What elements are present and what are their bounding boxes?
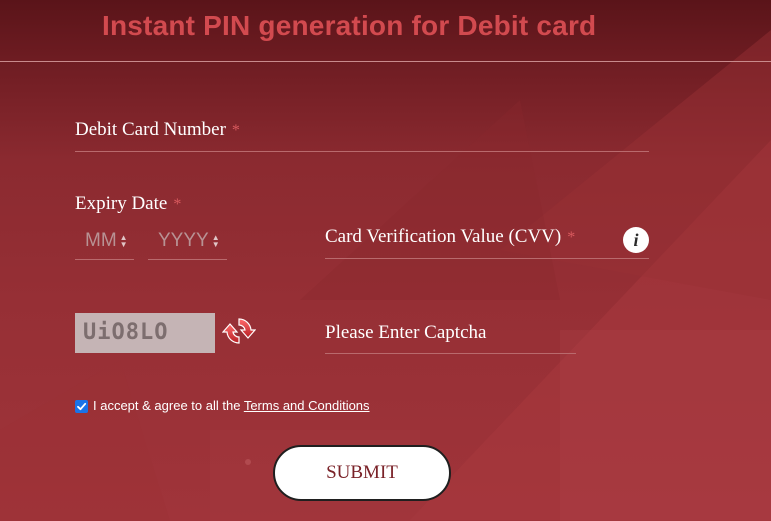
expiry-month-value: MM [85, 230, 117, 251]
required-mark: * [567, 229, 576, 246]
info-icon[interactable]: i [623, 227, 649, 253]
cvv-label: Card Verification Value (CVV) [325, 226, 562, 247]
card-number-field[interactable]: Debit Card Number * [75, 119, 240, 141]
cvv-field[interactable]: Card Verification Value (CVV) * [325, 226, 575, 248]
captcha-placeholder: Please Enter Captcha [325, 322, 487, 343]
card-number-input[interactable] [75, 151, 649, 152]
chevron-up-down-icon: ▲ ▼ [119, 232, 128, 249]
captcha-code: UiO8LO [83, 320, 169, 345]
refresh-icon[interactable] [222, 314, 256, 348]
header-divider [0, 61, 771, 62]
page-title: Instant PIN generation for Debit card [102, 10, 597, 41]
required-mark: * [231, 122, 240, 139]
chevron-up-down-icon: ▲ ▼ [211, 232, 220, 249]
terms-link[interactable]: Terms and Conditions [244, 398, 370, 413]
expiry-year-underline [148, 259, 227, 260]
checkmark-icon [77, 402, 87, 411]
agree-checkbox[interactable] [75, 400, 88, 413]
page-background [0, 0, 771, 521]
agreement-label: I accept & agree to all the [93, 398, 244, 413]
cvv-input[interactable] [325, 258, 649, 259]
required-mark: * [173, 196, 182, 213]
agreement-text: I accept & agree to all the Terms and Co… [93, 398, 370, 413]
decorative-dot [245, 459, 251, 465]
expiry-month-select[interactable]: MM ▲ ▼ [85, 230, 128, 252]
card-number-label: Debit Card Number [75, 119, 226, 140]
expiry-year-select[interactable]: YYYY ▲ ▼ [158, 230, 220, 252]
expiry-date-label-row: Expiry Date * [75, 193, 181, 215]
captcha-input[interactable]: Please Enter Captcha [325, 322, 486, 344]
expiry-year-value: YYYY [158, 230, 209, 251]
captcha-image: UiO8LO [75, 313, 215, 353]
expiry-month-underline [75, 259, 134, 260]
page-header: Instant PIN generation for Debit card [0, 0, 771, 62]
submit-button[interactable]: SUBMIT [273, 445, 451, 501]
captcha-underline [325, 353, 576, 354]
expiry-date-label: Expiry Date [75, 193, 168, 214]
